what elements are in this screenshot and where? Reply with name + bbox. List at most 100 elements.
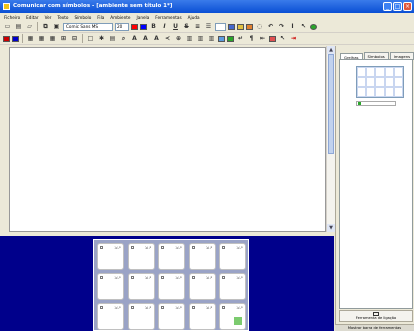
align-grid-2-icon[interactable]: ▥ [207,34,216,43]
grid-cell[interactable]: ⇲↗ [158,303,185,330]
cell-link-icon[interactable]: ⇲↗ [236,245,243,250]
cell-checkbox-icon[interactable] [161,306,164,309]
scroll-up-icon[interactable]: ▲ [327,46,335,54]
cell-checkbox-icon[interactable] [100,276,103,279]
menu-ambiente[interactable]: Ambiente [110,15,130,20]
line-spacing-field[interactable] [215,22,226,31]
text-cursor-icon[interactable]: I [288,22,297,31]
font-name-field[interactable]: Comic Sans MS [63,22,113,31]
grid-cell[interactable]: ⇲↗ [97,303,124,330]
blue-flag-icon[interactable] [12,35,19,42]
undo-icon[interactable]: ↶ [266,22,275,31]
cell-checkbox-icon[interactable] [130,276,134,279]
red-flag-icon[interactable] [3,35,10,42]
grid-3-icon[interactable]: ▦ [48,34,57,43]
cell-link-icon[interactable]: ⇲↗ [206,245,213,250]
grid-cell[interactable]: ⇲↗ [127,243,155,270]
letters-3-icon[interactable]: A [152,34,161,43]
scroll-thumb[interactable] [328,54,334,154]
save-icon[interactable] [228,23,235,30]
zoom-icon[interactable]: ⌕ [119,34,128,43]
menu-texto[interactable]: Texto [57,15,68,20]
green-status-icon[interactable] [310,23,317,30]
grid-cell[interactable]: ⇲↗ [219,273,246,300]
menu-simbolo[interactable]: Símbolo [74,15,91,20]
link-icon[interactable]: ⊕ [174,34,183,43]
open-file-icon[interactable]: ▱ [25,22,34,31]
cell-link-icon[interactable]: ⇲↗ [175,305,182,310]
board-home-icon[interactable] [233,316,243,326]
frame-icon[interactable]: □ [86,34,95,43]
cell-link-icon[interactable]: ⇲↗ [145,245,152,250]
link-tool-button[interactable]: Ferramenta de ligação [339,310,413,322]
cell-link-icon[interactable]: ⇲↗ [114,305,121,310]
menu-ferramentas[interactable]: Ferramentas [155,15,181,20]
grid-icon[interactable]: ▦ [26,34,35,43]
cell-link-icon[interactable]: ⇲↗ [236,275,243,280]
cell-checkbox-icon[interactable] [222,246,225,249]
highlight-color-icon[interactable] [140,23,147,30]
font-size-field[interactable]: 20 [115,22,129,31]
grid-cell[interactable]: ⇲↗ [127,303,155,330]
pointer-icon[interactable]: ↖ [299,22,308,31]
maximize-button[interactable]: □ [393,2,402,11]
grid-cell[interactable]: ⇲↗ [188,303,216,330]
menu-fila[interactable]: Fila [97,15,104,20]
grid-2-icon[interactable]: ▦ [37,34,46,43]
insert-icon[interactable]: ↵ [236,34,245,43]
grid-cell[interactable]: ⇲↗ [158,243,185,270]
document-editor[interactable] [9,47,326,232]
strike-button[interactable]: S [182,22,191,31]
cell-checkbox-icon[interactable] [130,306,134,309]
copy-icon[interactable]: ⧉ [41,22,50,31]
table-icon[interactable]: ▤ [108,34,117,43]
menu-ajuda[interactable]: Ajuda [188,15,200,20]
symbol-icon[interactable] [246,23,253,30]
folder-icon[interactable] [237,23,244,30]
settings-icon[interactable]: ✱ [97,34,106,43]
text-color-icon[interactable] [131,23,138,30]
cell-link-icon[interactable]: ⇲↗ [236,305,243,310]
letters-icon[interactable]: A [130,34,139,43]
paste-icon[interactable]: ▣ [52,22,61,31]
new-file-icon[interactable]: ▭ [3,22,12,31]
grid-thumbnail[interactable] [356,66,404,98]
pointer-2-icon[interactable]: ↖ [278,34,287,43]
cell-checkbox-icon[interactable] [222,276,225,279]
cell-link-icon[interactable]: ⇲↗ [145,275,152,280]
cell-checkbox-icon[interactable] [100,246,103,249]
arrow-icon[interactable]: ⇤ [258,34,267,43]
cell-checkbox-icon[interactable] [130,246,134,249]
menu-ver[interactable]: Ver [45,15,52,20]
image-icon[interactable] [218,35,225,42]
cell-link-icon[interactable]: ⇲↗ [175,275,182,280]
grid-cell[interactable]: ⇲↗ [188,273,216,300]
toolbar-toggle[interactable]: Mostrar barra de ferramentas [335,324,414,331]
bold-button[interactable]: B [149,22,158,31]
exit-icon[interactable]: ⇥ [289,34,298,43]
grid-cell[interactable]: ⇲↗ [127,273,155,300]
cell-link-icon[interactable]: ⇲↗ [114,275,121,280]
editor-scrollbar[interactable]: ▲ ▼ [326,46,335,232]
menu-editar[interactable]: Editar [26,15,38,20]
italic-button[interactable]: I [160,22,169,31]
cell-link-icon[interactable]: ⇲↗ [145,305,152,310]
numbered-list-icon[interactable]: ☰ [204,22,213,31]
print-icon[interactable]: ▤ [14,22,23,31]
record-icon[interactable]: ◌ [255,22,264,31]
close-button[interactable]: × [403,2,412,11]
cell-checkbox-icon[interactable] [100,306,103,309]
menu-ficheiro[interactable]: Ficheiro [4,15,20,20]
scroll-down-icon[interactable]: ▼ [327,224,335,232]
grid-cell[interactable]: ⇲↗ [97,273,124,300]
menu-janela[interactable]: Janela [137,15,150,20]
cell-checkbox-icon[interactable] [191,306,195,309]
cell-link-icon[interactable]: ⇲↗ [114,245,121,250]
bullet-list-icon[interactable]: ≡ [193,22,202,31]
paragraph-icon[interactable]: ¶ [247,34,256,43]
cell-merge-icon[interactable]: ⊟ [70,34,79,43]
underline-button[interactable]: U [171,22,180,31]
cell-checkbox-icon[interactable] [161,276,164,279]
cell-checkbox-icon[interactable] [191,246,195,249]
grid-cell[interactable]: ⇲↗ [219,243,246,270]
